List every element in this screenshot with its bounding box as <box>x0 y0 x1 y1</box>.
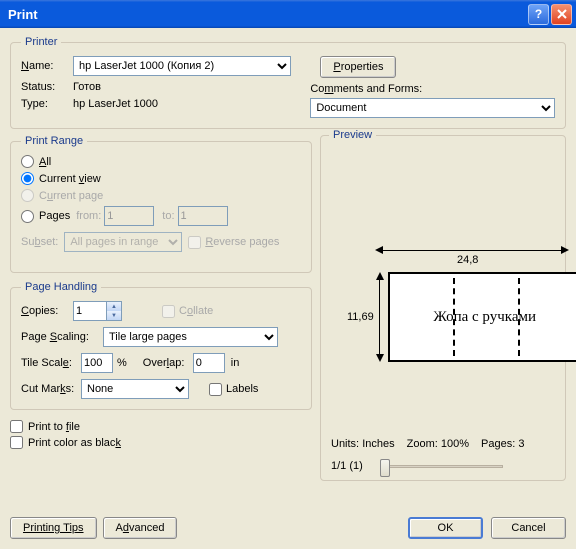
window-title: Print <box>8 7 526 22</box>
comments-label: Comments and Forms: <box>310 83 555 95</box>
scaling-label: Page Scaling: <box>21 331 103 343</box>
percent-label: % <box>117 357 127 369</box>
labels-label: Labels <box>226 383 258 395</box>
preview-slider[interactable] <box>383 465 503 468</box>
to-label: to: <box>162 210 174 222</box>
radio-current-view[interactable] <box>21 172 34 185</box>
slider-thumb-icon[interactable] <box>380 459 390 477</box>
type-value: hp LaserJet 1000 <box>73 98 158 110</box>
ok-button[interactable]: OK <box>408 517 483 539</box>
preview-group: Preview 24,8 11,69 Жоп <box>320 135 566 481</box>
range-legend: Print Range <box>21 135 87 147</box>
cancel-button[interactable]: Cancel <box>491 517 566 539</box>
preview-canvas: 24,8 11,69 Жопа с ручками <box>347 246 576 362</box>
reverse-checkbox <box>188 236 201 249</box>
tilescale-label: Tile Scale: <box>21 357 81 369</box>
preview-width: 24,8 <box>453 254 482 266</box>
preview-height: 11,69 <box>347 311 374 323</box>
close-icon <box>557 9 567 19</box>
from-input <box>104 206 154 226</box>
page-handling-group: Page Handling Copies: ▲ ▼ Collate Page S… <box>10 281 312 410</box>
subset-select: All pages in range <box>64 232 182 252</box>
properties-button[interactable]: Properties <box>320 56 396 78</box>
type-label: Type: <box>21 98 73 110</box>
preview-units: Units: Inches <box>331 438 395 450</box>
printer-legend: Printer <box>21 36 61 48</box>
handling-legend: Page Handling <box>21 281 101 293</box>
subset-label: Subset: <box>21 236 58 248</box>
radio-pages[interactable] <box>21 210 34 223</box>
print-black-checkbox[interactable] <box>10 436 23 449</box>
overlap-unit: in <box>231 357 240 369</box>
spin-down-icon[interactable]: ▼ <box>106 311 121 320</box>
preview-legend: Preview <box>329 129 376 141</box>
collate-checkbox <box>162 305 175 318</box>
print-range-group: Print Range All Current view Current pag… <box>10 135 312 273</box>
current-view-label: Current view <box>39 173 101 185</box>
radio-current-page <box>21 189 34 202</box>
current-page-label: Current page <box>39 190 103 202</box>
cutmarks-select[interactable]: None <box>81 379 189 399</box>
all-label: All <box>39 156 51 168</box>
comments-select[interactable]: Document <box>310 98 555 118</box>
copies-spinner[interactable]: ▲ ▼ <box>73 301 122 321</box>
titlebar: Print ? <box>0 0 576 28</box>
close-button[interactable] <box>551 4 572 25</box>
preview-position: 1/1 (1) <box>331 460 363 472</box>
printer-group: Printer Name: hp LaserJet 1000 (Копия 2)… <box>10 36 566 129</box>
scaling-select[interactable]: Tile large pages <box>103 327 278 347</box>
to-input <box>178 206 228 226</box>
print-black-label: Print color as black <box>28 437 121 449</box>
preview-pages: Pages: 3 <box>481 438 524 450</box>
print-to-file-checkbox[interactable] <box>10 420 23 433</box>
printing-tips-button[interactable]: Printing Tips <box>10 517 97 539</box>
tilescale-input[interactable] <box>81 353 113 373</box>
collate-label: Collate <box>179 305 213 317</box>
overlap-input[interactable] <box>193 353 225 373</box>
name-label: Name: <box>21 60 73 72</box>
spin-up-icon[interactable]: ▲ <box>106 302 121 311</box>
help-button[interactable]: ? <box>528 4 549 25</box>
preview-zoom: Zoom: 100% <box>407 438 469 450</box>
copies-label: Copies: <box>21 305 73 317</box>
status-value: Готов <box>73 81 101 93</box>
copies-input[interactable] <box>74 303 106 319</box>
from-label: from: <box>76 210 101 222</box>
overlap-label: Overlap: <box>143 357 193 369</box>
printer-select[interactable]: hp LaserJet 1000 (Копия 2) <box>73 56 291 76</box>
print-to-file-label: Print to file <box>28 421 80 433</box>
reverse-label: Reverse pages <box>205 236 279 248</box>
labels-checkbox[interactable] <box>209 383 222 396</box>
cutmarks-label: Cut Marks: <box>21 383 81 395</box>
advanced-button[interactable]: Advanced <box>103 517 178 539</box>
preview-doc-text: Жопа с ручками <box>433 309 536 326</box>
pages-label: Pages <box>39 210 70 222</box>
status-label: Status: <box>21 81 73 93</box>
radio-all[interactable] <box>21 155 34 168</box>
